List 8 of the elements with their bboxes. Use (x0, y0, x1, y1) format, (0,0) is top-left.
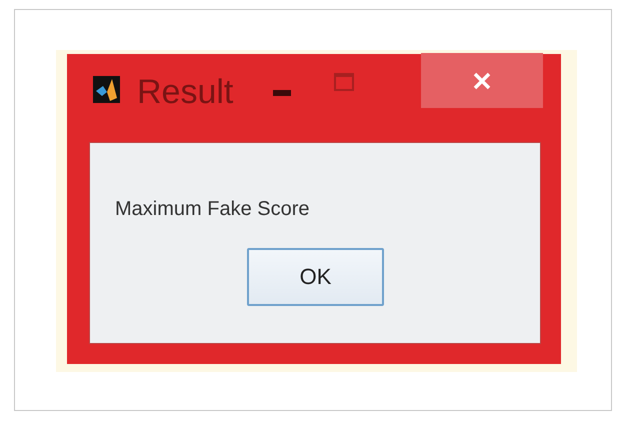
close-icon (472, 70, 492, 90)
window-title: Result (137, 72, 234, 113)
maximize-icon (334, 73, 354, 91)
ok-button[interactable]: OK (247, 248, 384, 306)
app-logo-icon (93, 76, 120, 103)
close-button[interactable] (421, 53, 543, 108)
message-text: Maximum Fake Score (115, 198, 310, 221)
minimize-icon (273, 90, 292, 96)
